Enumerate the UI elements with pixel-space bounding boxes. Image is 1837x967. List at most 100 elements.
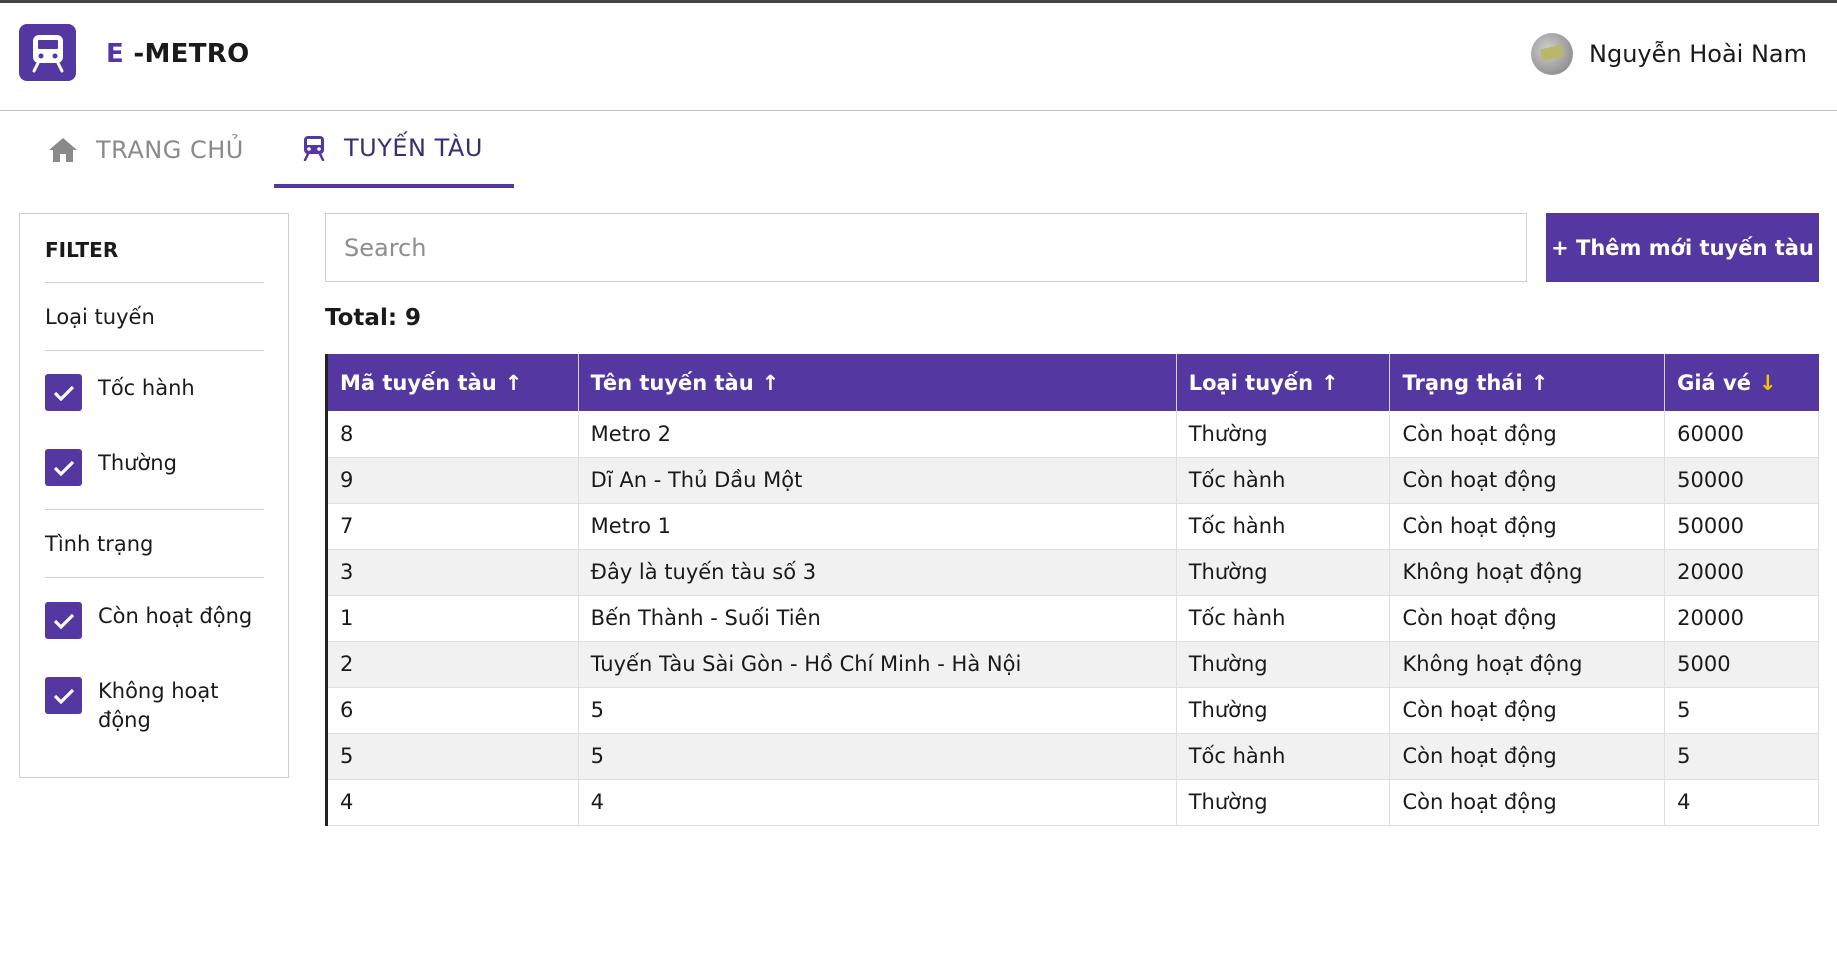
sort-down-icon[interactable]: ↓	[1759, 371, 1777, 395]
check-icon	[53, 385, 74, 401]
filter-section-status: Tình trạng	[45, 532, 154, 556]
cell-name: 5	[578, 733, 1177, 780]
cell-status: Còn hoạt động	[1389, 411, 1666, 458]
filter-status-active[interactable]: Còn hoạt động	[45, 602, 268, 639]
checkbox-express[interactable]	[45, 374, 82, 411]
table-row[interactable]: 1 Bến Thành - Suối Tiên Tốc hành Còn hoạ…	[326, 595, 1819, 642]
table-row[interactable]: 3 Đây là tuyến tàu số 3 Thường Không hoạ…	[326, 549, 1819, 596]
cell-price: 50000	[1664, 457, 1819, 504]
app-header: E -METRO Nguyễn Hoài Nam	[0, 3, 1837, 111]
cell-status: Không hoạt động	[1389, 549, 1666, 596]
cell-price: 4	[1664, 779, 1819, 826]
cell-status: Còn hoạt động	[1389, 779, 1666, 826]
cell-price: 20000	[1664, 595, 1819, 642]
cell-code: 6	[326, 687, 579, 734]
cell-code: 2	[326, 641, 579, 688]
train-icon	[303, 136, 325, 161]
cell-type: Tốc hành	[1176, 503, 1391, 550]
sort-up-icon[interactable]: ↑	[505, 371, 523, 395]
column-header-status[interactable]: Trạng thái ↑	[1389, 354, 1666, 411]
cell-status: Còn hoạt động	[1389, 503, 1666, 550]
table-row[interactable]: 9 Dĩ An - Thủ Dầu Một Tốc hành Còn hoạt …	[326, 457, 1819, 504]
table-row[interactable]: 4 4 Thường Còn hoạt động 4	[326, 779, 1819, 826]
cell-type: Thường	[1176, 549, 1391, 596]
brand-title[interactable]: E -METRO	[106, 39, 250, 69]
search-input[interactable]	[325, 213, 1527, 282]
table-header-row: Mã tuyến tàu ↑ Tên tuyến tàu ↑ Loại tuyến ↑…	[326, 354, 1819, 411]
checkbox-normal[interactable]	[45, 449, 82, 486]
routes-table: Mã tuyến tàu ↑ Tên tuyến tàu ↑ Loại tuyến ↑…	[325, 354, 1819, 826]
cell-name: 4	[578, 779, 1177, 826]
cell-code: 7	[326, 503, 579, 550]
cell-price: 5000	[1664, 641, 1819, 688]
divider	[45, 350, 264, 351]
column-header-price[interactable]: Giá vé ↓	[1664, 354, 1819, 411]
table-row[interactable]: 6 5 Thường Còn hoạt động 5	[326, 687, 1819, 734]
cell-status: Không hoạt động	[1389, 641, 1666, 688]
cell-status: Còn hoạt động	[1389, 457, 1666, 504]
check-icon	[53, 688, 74, 704]
checkbox-normal-label: Thường	[98, 451, 177, 475]
cell-price: 50000	[1664, 503, 1819, 550]
cell-status: Còn hoạt động	[1389, 733, 1666, 780]
table-row[interactable]: 7 Metro 1 Tốc hành Còn hoạt động 50000	[326, 503, 1819, 550]
brand-e: E	[106, 39, 125, 69]
user-menu[interactable]: Nguyễn Hoài Nam	[1531, 33, 1807, 75]
cell-name: Đây là tuyến tàu số 3	[578, 549, 1177, 596]
cell-type: Tốc hành	[1176, 595, 1391, 642]
cell-name: Tuyến Tàu Sài Gòn - Hồ Chí Minh - Hà Nội	[578, 641, 1177, 688]
cell-name: Bến Thành - Suối Tiên	[578, 595, 1177, 642]
tab-home[interactable]: TRANG CHỦ	[48, 112, 244, 188]
table-row[interactable]: 5 5 Tốc hành Còn hoạt động 5	[326, 733, 1819, 780]
check-icon	[53, 460, 74, 476]
home-icon	[49, 138, 77, 162]
cell-name: Metro 1	[578, 503, 1177, 550]
sort-up-icon[interactable]: ↑	[1321, 371, 1339, 395]
filter-title: FILTER	[45, 238, 119, 262]
sort-up-icon[interactable]: ↑	[1531, 371, 1549, 395]
cell-price: 20000	[1664, 549, 1819, 596]
table-row[interactable]: 2 Tuyến Tàu Sài Gòn - Hồ Chí Minh - Hà N…	[326, 641, 1819, 688]
cell-price: 60000	[1664, 411, 1819, 458]
cell-price: 5	[1664, 687, 1819, 734]
column-header-name[interactable]: Tên tuyến tàu ↑	[578, 354, 1177, 411]
column-header-code[interactable]: Mã tuyến tàu ↑	[326, 354, 579, 411]
cell-code: 5	[326, 733, 579, 780]
divider	[45, 509, 264, 510]
check-icon	[53, 613, 74, 629]
sort-up-icon[interactable]: ↑	[762, 371, 780, 395]
filter-section-type: Loại tuyến	[45, 305, 155, 329]
tab-routes-label: TUYẾN TÀU	[344, 134, 483, 162]
checkbox-active[interactable]	[45, 602, 82, 639]
cell-name: Dĩ An - Thủ Dầu Một	[578, 457, 1177, 504]
cell-name: 5	[578, 687, 1177, 734]
tab-routes[interactable]: TUYẾN TÀU	[274, 112, 514, 188]
nav-tabs: TRANG CHỦ TUYẾN TÀU	[0, 112, 1837, 188]
column-header-type[interactable]: Loại tuyến ↑	[1176, 354, 1391, 411]
cell-type: Thường	[1176, 411, 1391, 458]
tab-home-label: TRANG CHỦ	[96, 136, 244, 164]
avatar[interactable]	[1531, 33, 1574, 75]
filter-type-normal[interactable]: Thường	[45, 449, 268, 486]
cell-name: Metro 2	[578, 411, 1177, 458]
checkbox-inactive-label: Không hoạt động	[98, 679, 219, 732]
cell-code: 1	[326, 595, 579, 642]
brand-rest: -METRO	[133, 39, 250, 69]
table-row[interactable]: 8 Metro 2 Thường Còn hoạt động 60000	[326, 411, 1819, 458]
checkbox-inactive[interactable]	[45, 677, 82, 714]
filter-type-express[interactable]: Tốc hành	[45, 374, 268, 411]
checkbox-active-label: Còn hoạt động	[98, 604, 253, 628]
cell-code: 9	[326, 457, 579, 504]
filter-status-inactive[interactable]: Không hoạt động	[45, 677, 268, 735]
cell-type: Thường	[1176, 779, 1391, 826]
cell-type: Tốc hành	[1176, 733, 1391, 780]
cell-status: Còn hoạt động	[1389, 687, 1666, 734]
add-route-button[interactable]: + Thêm mới tuyến tàu	[1546, 213, 1819, 282]
cell-code: 3	[326, 549, 579, 596]
total-count: Total: 9	[325, 305, 422, 331]
cell-type: Thường	[1176, 641, 1391, 688]
cell-code: 4	[326, 779, 579, 826]
divider	[45, 577, 264, 578]
cell-price: 5	[1664, 733, 1819, 780]
train-logo-icon[interactable]	[19, 24, 76, 81]
